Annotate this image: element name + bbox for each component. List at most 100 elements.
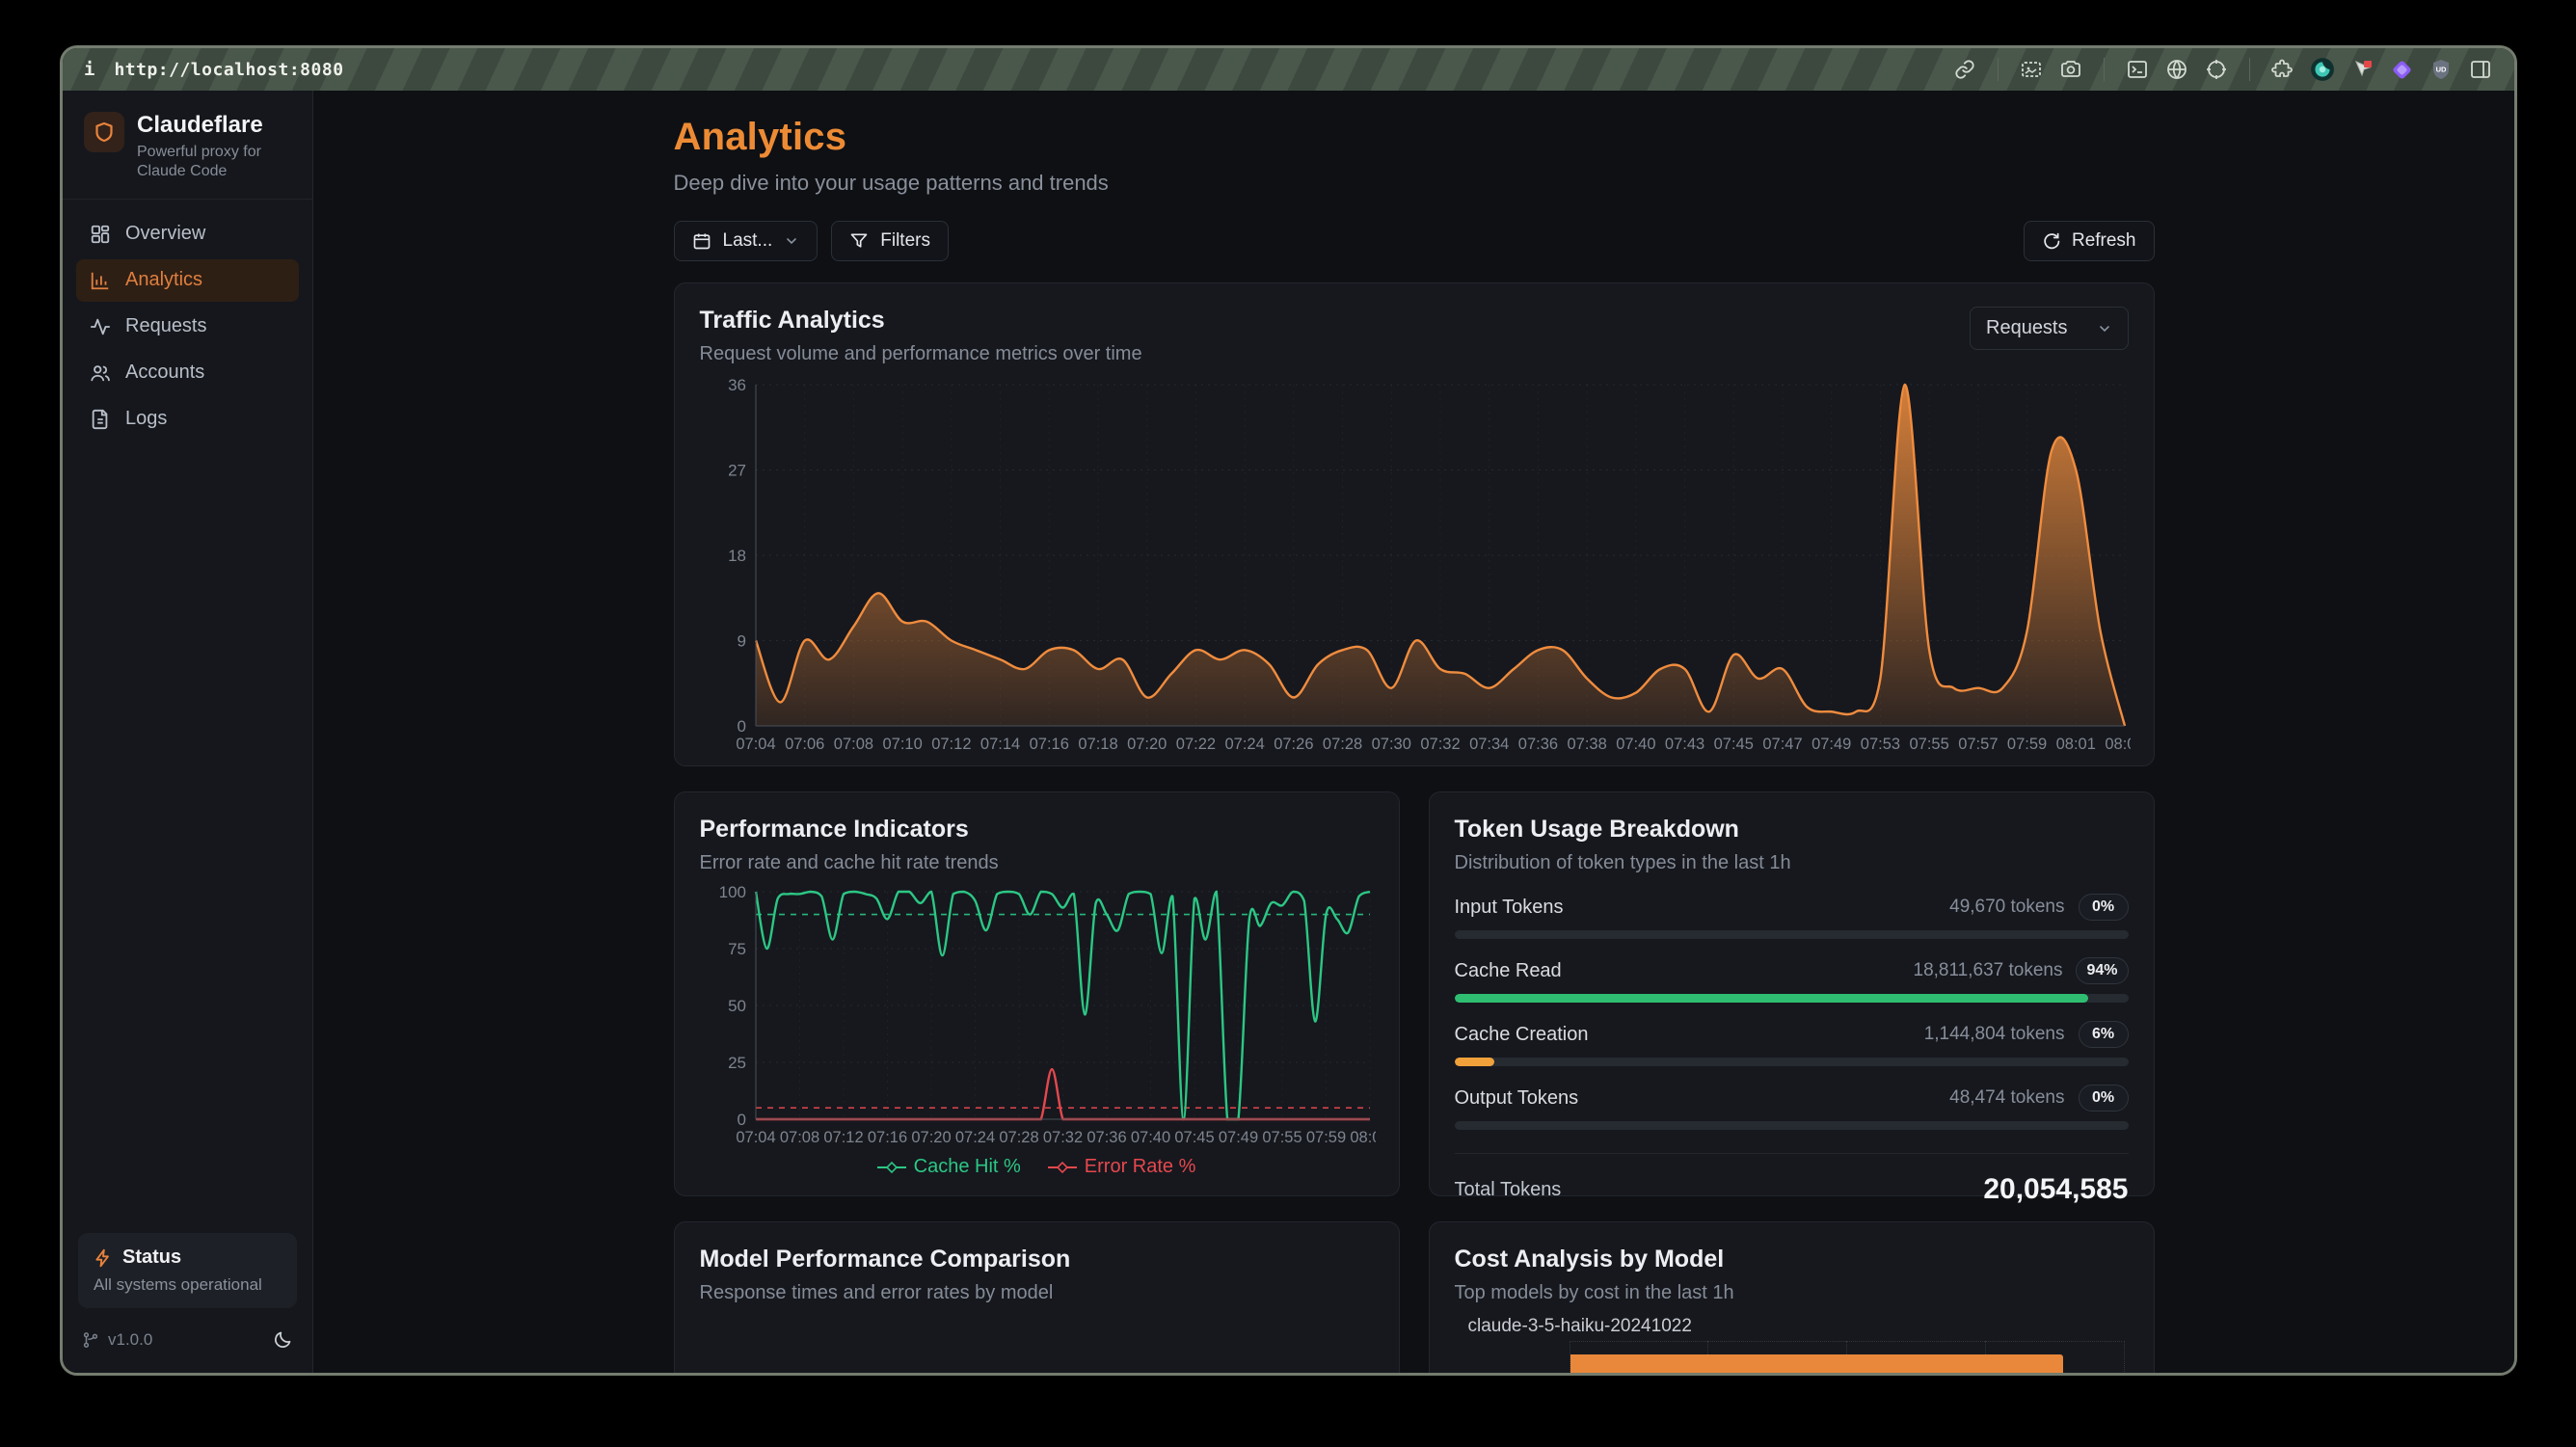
legend-line-icon — [877, 1161, 906, 1174]
svg-text:07:38: 07:38 — [1567, 736, 1606, 753]
svg-text:07:18: 07:18 — [1078, 736, 1117, 753]
card-title: Model Performance Comparison — [700, 1246, 1374, 1273]
sidebar-item-label: Overview — [125, 223, 205, 245]
sidebar-nav: Overview Analytics Requests Accounts Log… — [63, 200, 312, 454]
date-range-label: Last... — [723, 230, 773, 252]
terminal-icon[interactable] — [2125, 57, 2150, 82]
sidebar-item-accounts[interactable]: Accounts — [76, 352, 299, 394]
chevron-down-icon — [2097, 321, 2112, 336]
token-row-percent-badge: 0% — [2079, 894, 2129, 921]
token-row: Input Tokens 49,670 tokens 0% — [1455, 894, 2129, 939]
dark-mode-toggle[interactable] — [273, 1329, 293, 1350]
token-progress-fill — [1455, 994, 2088, 1003]
page-subtitle: Deep dive into your usage patterns and t… — [674, 171, 2155, 196]
link-icon[interactable] — [1952, 57, 1977, 82]
bar-chart-icon — [90, 270, 111, 291]
status-card: Status All systems operational — [78, 1233, 297, 1308]
refresh-icon — [2042, 232, 2060, 251]
svg-text:07:40: 07:40 — [1616, 736, 1655, 753]
svg-text:07:59: 07:59 — [1305, 1129, 1345, 1146]
legend-error-rate[interactable]: Error Rate % — [1048, 1156, 1196, 1178]
token-row-label: Output Tokens — [1455, 1087, 1579, 1110]
token-progress-track — [1455, 1058, 2129, 1066]
token-progress-track — [1455, 994, 2129, 1003]
token-row-label: Cache Read — [1455, 960, 1562, 982]
svg-text:50: 50 — [728, 997, 746, 1015]
sidebar: Claudeflare Powerful proxy for Claude Co… — [63, 91, 313, 1373]
main-content: Analytics Deep dive into your usage patt… — [313, 91, 2514, 1373]
crosshair-icon[interactable] — [2204, 57, 2229, 82]
total-tokens-value: 20,054,585 — [1983, 1173, 2128, 1206]
token-row: Cache Creation 1,144,804 tokens 6% — [1455, 1021, 2129, 1066]
card-subtitle: Top models by cost in the last 1h — [1455, 1282, 2129, 1304]
sidebar-item-overview[interactable]: Overview — [76, 213, 299, 255]
app-tagline: Powerful proxy for Claude Code — [137, 143, 282, 181]
date-range-button[interactable]: Last... — [674, 221, 818, 261]
cost-analysis-card: Cost Analysis by Model Top models by cos… — [1429, 1221, 2155, 1373]
chart-legend: Cache Hit % Error Rate % — [700, 1156, 1374, 1178]
svg-text:07:08: 07:08 — [833, 736, 872, 753]
svg-text:07:16: 07:16 — [867, 1129, 906, 1146]
svg-text:0: 0 — [737, 1111, 745, 1129]
separator — [2104, 58, 2105, 81]
token-row-label: Input Tokens — [1455, 897, 1564, 919]
svg-text:07:04: 07:04 — [736, 1129, 775, 1146]
svg-text:07:06: 07:06 — [785, 736, 824, 753]
svg-text:07:12: 07:12 — [931, 736, 971, 753]
bolt-icon — [94, 1248, 113, 1268]
teal-orb-extension-icon[interactable] — [2310, 57, 2335, 82]
sidebar-item-logs[interactable]: Logs — [76, 398, 299, 441]
svg-text:07:36: 07:36 — [1087, 1129, 1126, 1146]
brand: Claudeflare Powerful proxy for Claude Co… — [63, 91, 312, 200]
token-row-percent-badge: 6% — [2079, 1021, 2129, 1048]
toolbar: Last... Filters Refresh — [674, 221, 2155, 261]
card-subtitle: Error rate and cache hit rate trends — [700, 852, 1374, 874]
sidebar-item-label: Logs — [125, 408, 167, 430]
svg-text:07:16: 07:16 — [1029, 736, 1068, 753]
camera-icon[interactable] — [2058, 57, 2083, 82]
sidebar-item-requests[interactable]: Requests — [76, 306, 299, 348]
legend-line-icon — [1048, 1161, 1077, 1174]
cursor-flag-extension-icon[interactable] — [2349, 57, 2375, 82]
separator — [1998, 58, 1999, 81]
refresh-button[interactable]: Refresh — [2024, 221, 2155, 261]
svg-text:UD: UD — [2436, 66, 2447, 74]
file-text-icon — [90, 409, 111, 430]
refresh-label: Refresh — [2072, 230, 2136, 252]
svg-text:08:04: 08:04 — [2105, 736, 2131, 753]
token-row-value: 49,670 tokens — [1949, 897, 2064, 918]
svg-text:07:32: 07:32 — [1420, 736, 1460, 753]
svg-text:07:28: 07:28 — [999, 1129, 1038, 1146]
svg-text:07:55: 07:55 — [1909, 736, 1948, 753]
filters-button[interactable]: Filters — [831, 221, 949, 261]
ud-shield-extension-icon[interactable]: UD — [2428, 57, 2454, 82]
version: v1.0.0 — [82, 1330, 152, 1350]
globe-icon[interactable] — [2164, 57, 2189, 82]
model-performance-card: Model Performance Comparison Response ti… — [674, 1221, 1400, 1373]
svg-text:07:40: 07:40 — [1130, 1129, 1169, 1146]
svg-text:07:24: 07:24 — [1224, 736, 1264, 753]
svg-text:07:12: 07:12 — [823, 1129, 863, 1146]
svg-text:07:28: 07:28 — [1322, 736, 1361, 753]
sidebar-item-label: Accounts — [125, 362, 204, 384]
purple-diamond-extension-icon[interactable] — [2389, 57, 2414, 82]
metric-select[interactable]: Requests — [1970, 307, 2129, 350]
token-progress-fill — [1455, 1058, 1495, 1066]
token-progress-track — [1455, 1121, 2129, 1130]
url-text: http://localhost:8080 — [114, 60, 343, 80]
puzzle-extension-icon[interactable] — [2270, 57, 2295, 82]
info-icon: i — [84, 59, 94, 80]
git-branch-icon — [82, 1331, 99, 1349]
svg-text:07:57: 07:57 — [1958, 736, 1998, 753]
legend-cache-hit[interactable]: Cache Hit % — [877, 1156, 1021, 1178]
svg-text:07:04: 07:04 — [736, 736, 775, 753]
svg-text:07:26: 07:26 — [1274, 736, 1313, 753]
screen-capture-icon[interactable] — [2019, 57, 2044, 82]
sidebar-item-analytics[interactable]: Analytics — [76, 259, 299, 302]
svg-text:07:30: 07:30 — [1371, 736, 1410, 753]
moon-icon — [273, 1329, 293, 1350]
panel-toggle-icon[interactable] — [2468, 57, 2493, 82]
filter-icon — [849, 231, 869, 251]
page-title: Analytics — [674, 116, 2155, 159]
version-label: v1.0.0 — [108, 1330, 152, 1350]
